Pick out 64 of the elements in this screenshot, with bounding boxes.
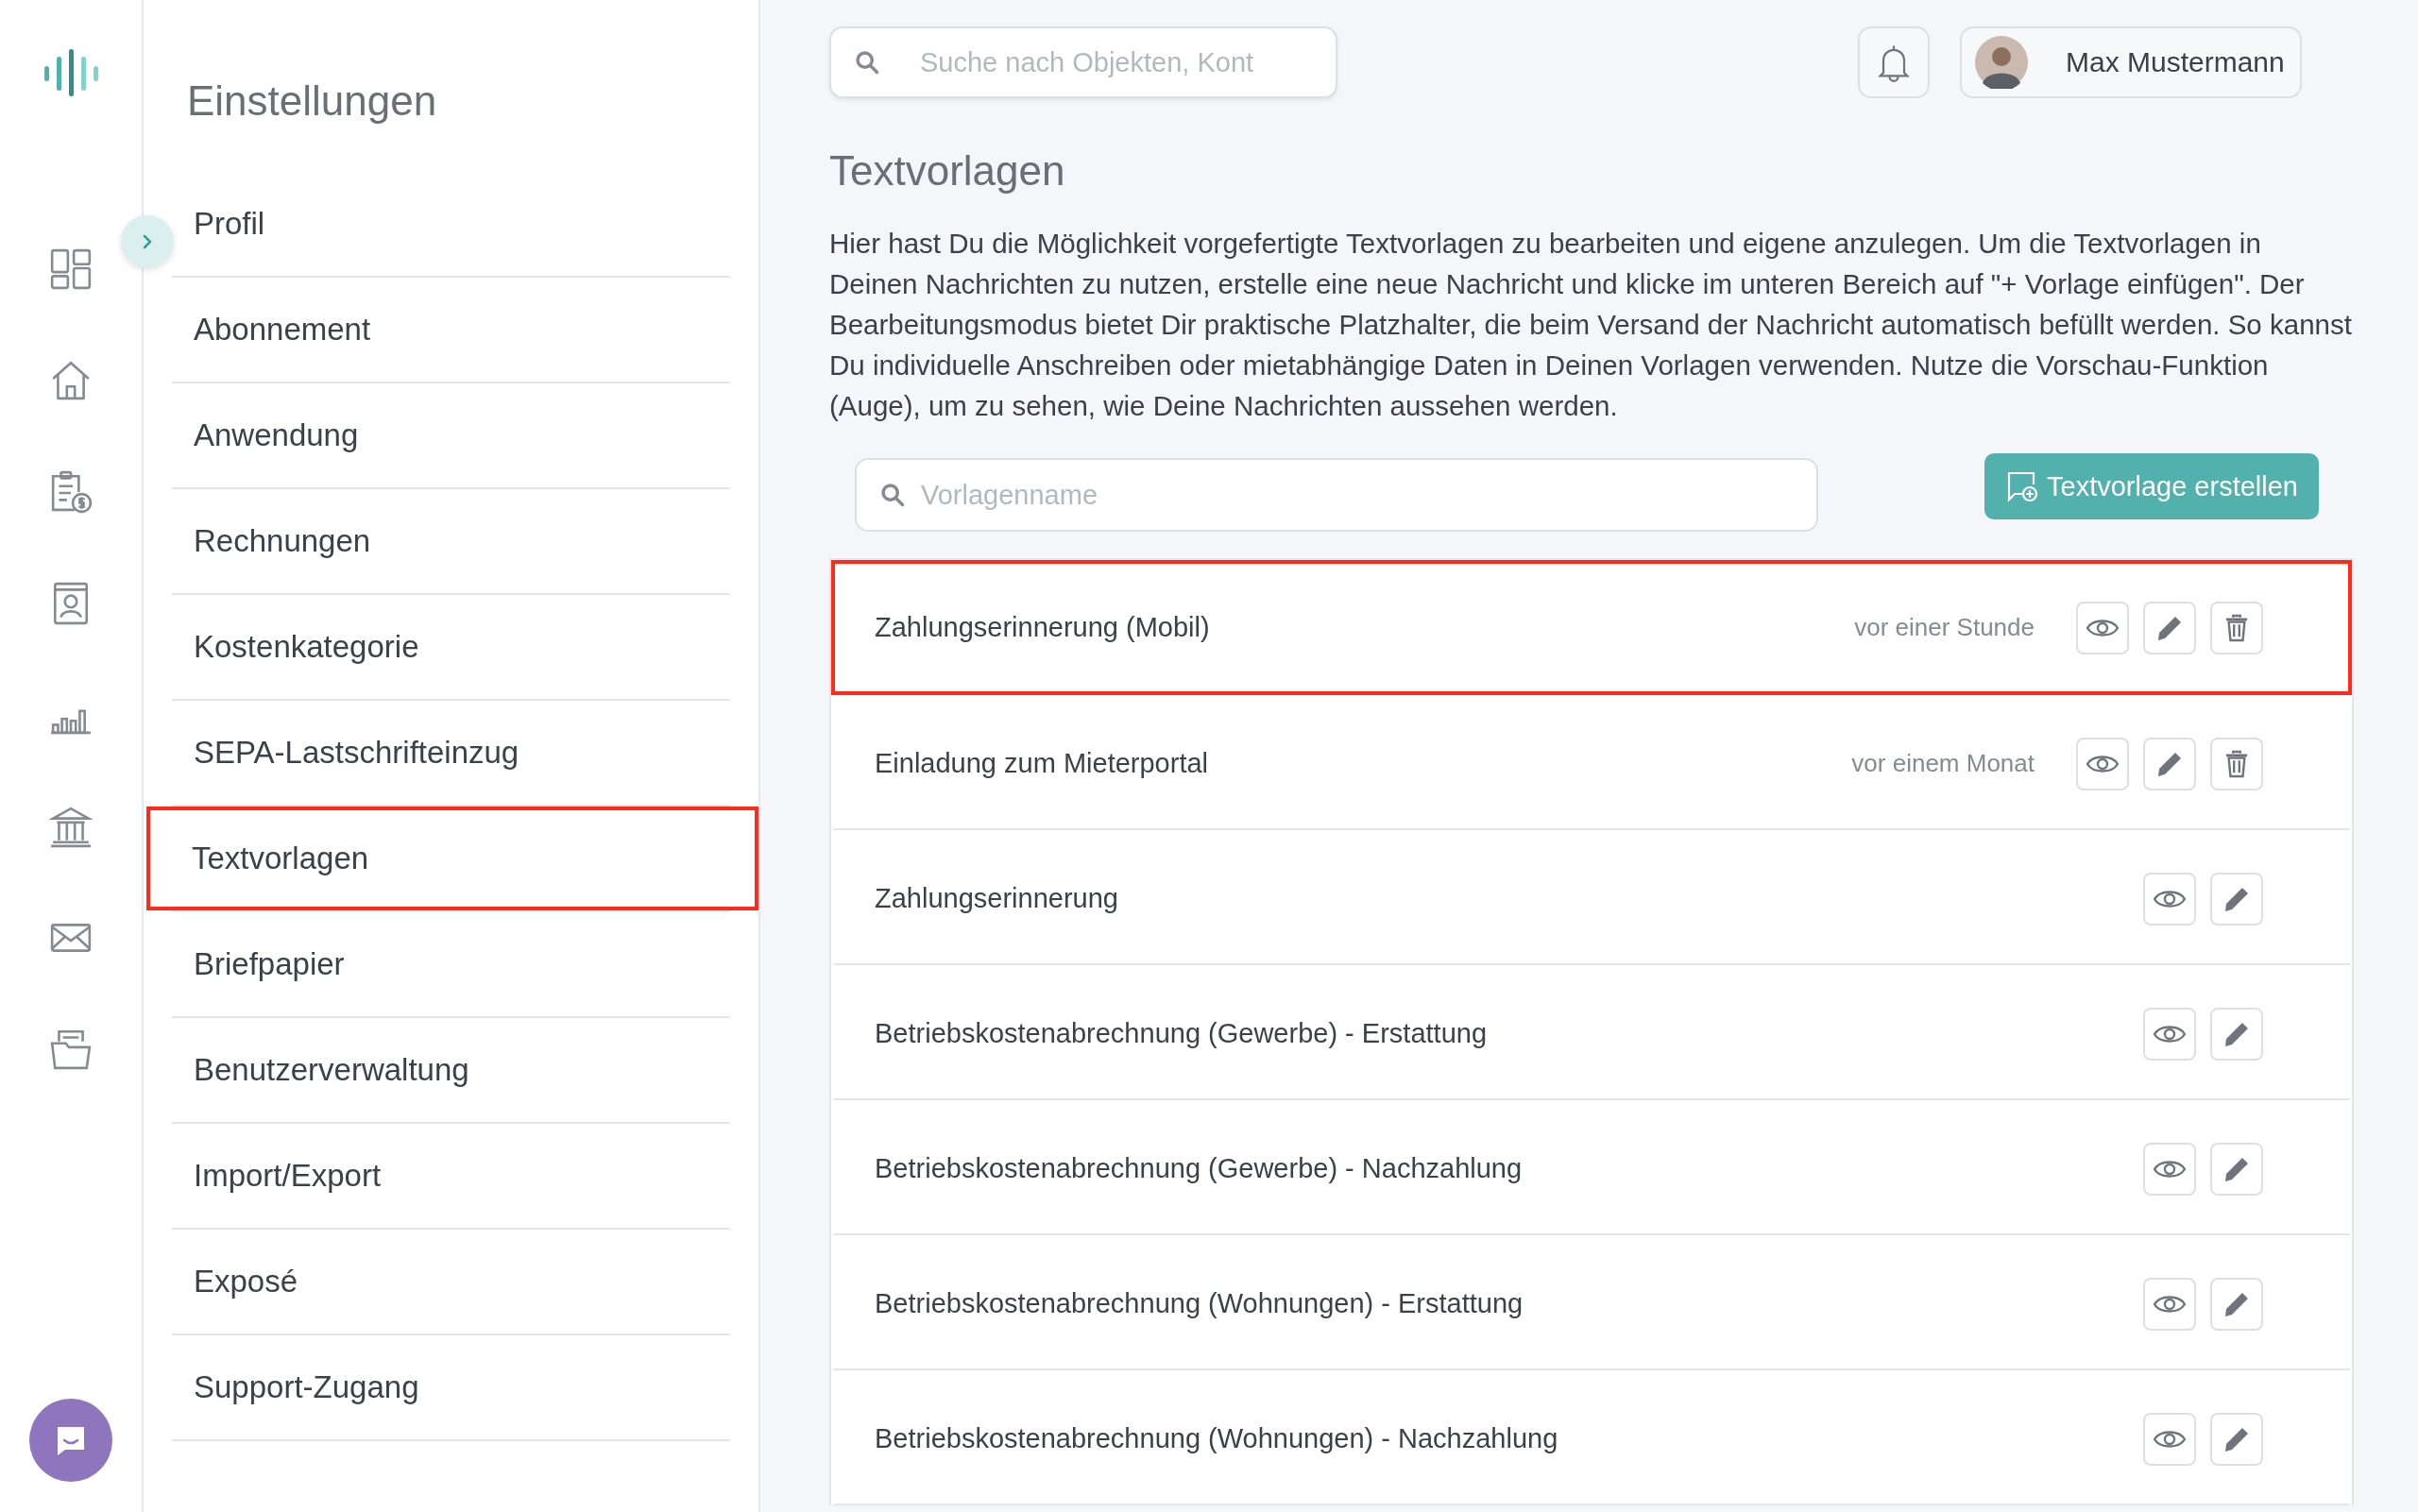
template-row[interactable]: Betriebskostenabrechnung (Wohnungen) - Nachzahlung: [831, 1370, 2352, 1505]
settings-menu-item[interactable]: Exposé: [172, 1230, 730, 1334]
edit-button[interactable]: [2143, 601, 2196, 654]
settings-menu-item[interactable]: Textvorlagen: [146, 807, 758, 910]
user-menu-button[interactable]: Max Mustermann: [1960, 26, 2302, 98]
template-row[interactable]: Zahlungserinnerung: [831, 830, 2352, 965]
preview-button[interactable]: [2143, 1142, 2196, 1196]
intro-paragraph: Hier hast Du die Möglichkeit vorgefertigte Textvorlagen zu bearbeiten und eigene anzulegen. Um die Textvorlagen in Deinen Nachrichten zu nutzen, erstelle eine neue Nachricht und klicke im unteren Bereich auf "+ Vorlage einfügen". Der Bearbeitungsmodus bietet Dir praktische Platzhalter, die beim Versand der Nachricht automatisch befüllt werden. So kannst Du individuelle Anschreiben oder mietabhängige Daten in Deinen Vorlagen verwenden. Nutze die Vorschau-Funktion (Auge), um zu sehen, wie Deine Nachrichten aussehen werden.: [829, 227, 2353, 423]
template-name: Betriebskostenabrechnung (Gewerbe) - Erstattung: [875, 1018, 1488, 1049]
settings-title: Einstellungen: [187, 77, 438, 125]
template-row[interactable]: Zahlungserinnerung (Mobil) vor einer Stunde: [831, 560, 2352, 695]
preview-button[interactable]: [2143, 1007, 2196, 1061]
edit-button[interactable]: [2210, 1142, 2263, 1196]
preview-button[interactable]: [2143, 872, 2196, 926]
search-input[interactable]: Suche nach Objekten, Kont: [918, 45, 1313, 79]
settings-menu-item[interactable]: Import/Export: [172, 1124, 730, 1228]
settings-menu-item[interactable]: Abonnement: [172, 278, 730, 382]
page-title: Textvorlagen: [829, 147, 1066, 195]
template-name: Zahlungserinnerung (Mobil): [875, 612, 1211, 643]
settings-menu-item[interactable]: Anwendung: [172, 383, 730, 487]
template-name: Betriebskostenabrechnung (Gewerbe) - Nachzahlung: [875, 1153, 1524, 1184]
delete-button[interactable]: [2210, 737, 2263, 790]
edit-button[interactable]: [2210, 872, 2263, 926]
settings-menu-item[interactable]: Support-Zugang: [172, 1335, 730, 1439]
dashboard-icon[interactable]: [49, 247, 93, 291]
settings-menu-item[interactable]: Rechnungen: [172, 489, 730, 593]
edit-button[interactable]: [2143, 737, 2196, 790]
template-name: Zahlungserinnerung: [875, 883, 1119, 914]
edit-button[interactable]: [2210, 1277, 2263, 1331]
folder-icon[interactable]: [49, 1028, 93, 1071]
preview-button[interactable]: [2143, 1412, 2196, 1466]
template-name: Betriebskostenabrechnung (Wohnungen) - Erstattung: [875, 1288, 1524, 1319]
settings-menu-item[interactable]: Kostenkategorie: [172, 595, 730, 699]
invoice-icon[interactable]: [49, 470, 93, 514]
settings-menu-item[interactable]: Profil: [172, 172, 730, 276]
avatar-icon: [1975, 36, 2028, 89]
settings-menu-item[interactable]: Benutzerverwaltung: [172, 1018, 730, 1122]
template-search-field[interactable]: Vorlagenname: [855, 458, 1818, 532]
search-icon: [879, 482, 906, 508]
template-row[interactable]: Einladung zum Mieterportal vor einem Monat: [831, 695, 2352, 830]
bank-icon[interactable]: [49, 805, 93, 848]
delete-button[interactable]: [2210, 601, 2263, 654]
edit-button[interactable]: [2210, 1412, 2263, 1466]
search-input[interactable]: Vorlagenname: [919, 478, 1794, 512]
edit-button[interactable]: [2210, 1007, 2263, 1061]
trash-icon: [2223, 749, 2250, 778]
template-name: Betriebskostenabrechnung (Wohnungen) - Nachzahlung: [875, 1423, 1559, 1454]
modified-time: vor einem Monat: [1851, 749, 2035, 778]
trash-icon: [2223, 613, 2250, 642]
settings-menu-item[interactable]: Briefpapier: [172, 912, 730, 1016]
modified-time: vor einer Stunde: [1854, 613, 2035, 642]
template-row[interactable]: Betriebskostenabrechnung (Wohnungen) - Erstattung: [831, 1235, 2352, 1370]
template-name: Einladung zum Mieterportal: [875, 748, 1209, 779]
template-row[interactable]: Betriebskostenabrechnung (Gewerbe) - Erstattung: [831, 965, 2352, 1100]
notifications-button[interactable]: [1858, 26, 1930, 98]
logo-icon: [43, 49, 99, 96]
add-message-icon: [2005, 469, 2039, 503]
template-row[interactable]: Betriebskostenabrechnung (Gewerbe) - Nachzahlung: [831, 1100, 2352, 1235]
search-icon: [854, 49, 880, 76]
global-search-field[interactable]: Suche nach Objekten, Kont: [829, 26, 1337, 98]
preview-button[interactable]: [2076, 737, 2129, 790]
settings-menu-item[interactable]: SEPA-Lastschrifteinzug: [172, 701, 730, 805]
preview-button[interactable]: [2076, 601, 2129, 654]
preview-button[interactable]: [2143, 1277, 2196, 1331]
